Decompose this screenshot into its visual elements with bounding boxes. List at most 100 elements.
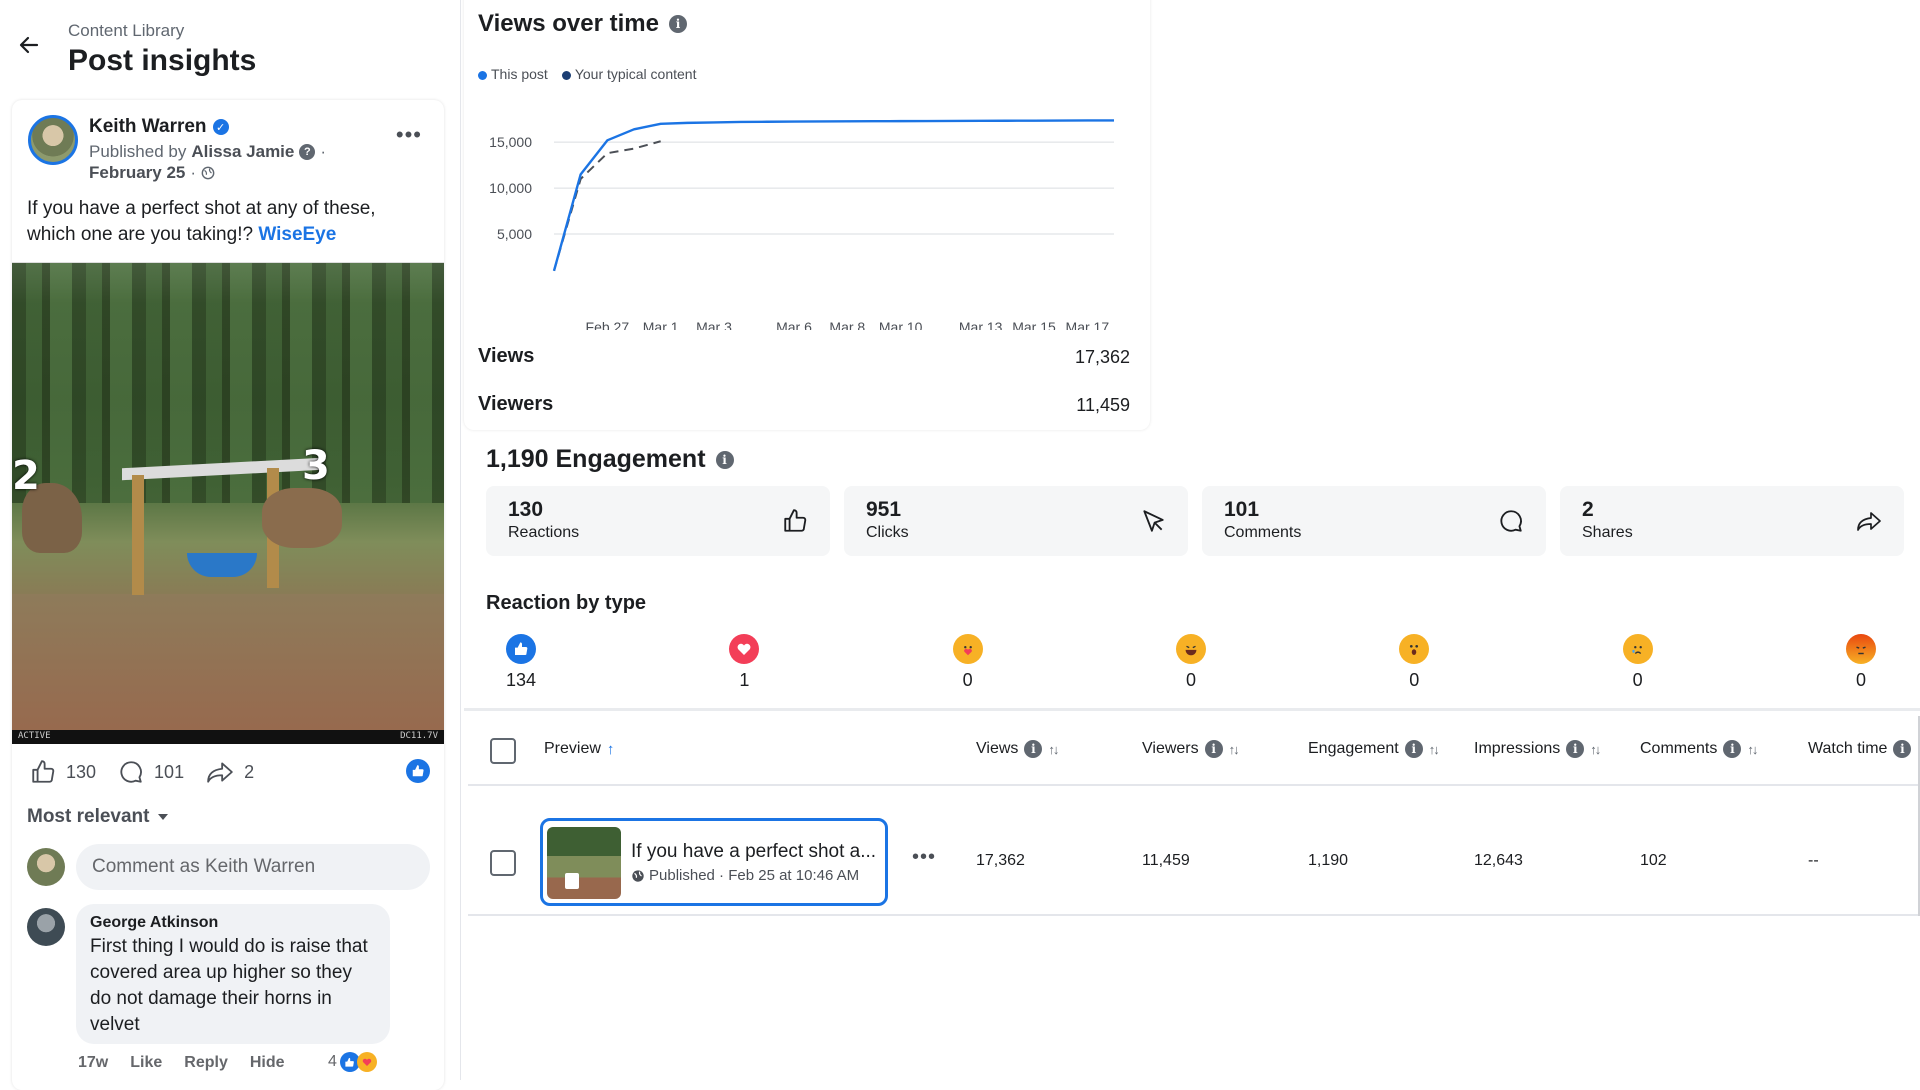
views-label: Views — [478, 345, 535, 367]
reaction-sad[interactable]: 0 — [1603, 634, 1673, 691]
table-row[interactable]: If you have a perfect shot a... Publishe… — [468, 800, 1920, 916]
reaction-haha[interactable]: 0 — [1156, 634, 1226, 691]
engagement-title: 1,190 Engagement i — [486, 445, 734, 474]
info-icon[interactable]: i — [715, 450, 734, 469]
comment-like-button[interactable]: Like — [130, 1054, 162, 1072]
camera-info-strip: ACTIVE DC11.7V — [12, 730, 444, 744]
post-image[interactable]: 2 3 ACTIVE DC11.7V — [12, 262, 444, 744]
viewers-value: 11,459 — [1076, 395, 1130, 415]
clicks-card[interactable]: 951 Clicks — [844, 486, 1188, 556]
x-tick-label: Mar 17 — [1066, 319, 1110, 330]
author-avatar[interactable] — [28, 115, 78, 165]
y-tick-label: 10,000 — [489, 180, 532, 196]
document-icon — [565, 873, 579, 889]
help-icon[interactable]: ? — [299, 144, 316, 160]
comment-hide-button[interactable]: Hide — [250, 1054, 285, 1072]
post-date-line: February 25 · — [89, 163, 215, 183]
table-header: Preview ↑ Views i ↑↓ Viewers i ↑↓ Engage… — [468, 716, 1920, 786]
post-preview[interactable]: If you have a perfect shot a... Publishe… — [540, 818, 888, 906]
y-tick-label: 5,000 — [497, 226, 532, 242]
post-card: Keith Warren ✓ Published by Alissa Jamie… — [12, 100, 444, 1090]
x-tick-label: Mar 13 — [959, 319, 1003, 330]
sort-icon: ↑↓ — [1048, 741, 1059, 757]
comment-sort-dropdown[interactable]: Most relevant — [27, 806, 169, 828]
comment-reply-button[interactable]: Reply — [184, 1054, 228, 1072]
column-watch-time[interactable]: Watch time i — [1808, 740, 1912, 758]
column-comments[interactable]: Comments i ↑↓ — [1640, 740, 1758, 758]
chart-legend: This post Your typical content — [478, 66, 697, 82]
info-icon[interactable]: i — [1566, 740, 1585, 758]
reaction-love[interactable]: 1 — [709, 634, 779, 691]
publisher-name[interactable]: Alissa Jamie — [191, 142, 294, 162]
love-reaction-icon — [729, 634, 760, 664]
info-icon[interactable]: i — [1723, 740, 1742, 758]
care-reaction-icon — [952, 634, 983, 664]
like-reaction-icon — [506, 634, 536, 664]
comment-reactions[interactable]: 4 — [328, 1052, 377, 1072]
post-date[interactable]: February 25 — [89, 163, 185, 183]
share-icon — [207, 762, 233, 783]
commenter-avatar[interactable] — [27, 848, 65, 886]
comment-input[interactable]: Comment as Keith Warren — [76, 844, 430, 890]
like-reaction-icon[interactable] — [406, 759, 430, 783]
cell-viewers: 11,459 — [1142, 852, 1190, 869]
column-engagement[interactable]: Engagement i ↑↓ — [1308, 740, 1440, 758]
page-title: Post insights — [68, 44, 257, 77]
share-icon — [1857, 512, 1881, 531]
select-all-checkbox[interactable] — [490, 738, 516, 764]
y-tick-label: 15,000 — [489, 134, 532, 150]
row-checkbox[interactable] — [490, 850, 516, 876]
column-impressions[interactable]: Impressions i ↑↓ — [1474, 740, 1601, 758]
author-name[interactable]: Keith Warren — [89, 116, 207, 138]
info-icon[interactable]: i — [1893, 740, 1912, 758]
sad-reaction-icon — [1622, 634, 1653, 664]
breadcrumb[interactable]: Content Library — [68, 21, 184, 41]
legend-this-post[interactable]: This post — [478, 66, 548, 82]
info-icon[interactable]: i — [1404, 740, 1423, 758]
shares-stat[interactable]: 2 — [206, 759, 254, 785]
preview-meta: Published · Feb 25 at 10:46 AM — [631, 867, 859, 884]
post-text: If you have a perfect shot at any of the… — [27, 198, 376, 245]
reactions-card[interactable]: 130 Reactions — [486, 486, 830, 556]
post-options-button[interactable]: ••• — [396, 122, 422, 148]
reaction-angry[interactable]: 0 — [1826, 634, 1896, 691]
info-icon[interactable]: i — [1204, 740, 1223, 758]
cell-views: 17,362 — [976, 852, 1025, 869]
cell-watch-time: -- — [1808, 852, 1819, 869]
info-icon[interactable]: i — [1024, 740, 1043, 758]
comment-author-avatar[interactable] — [27, 908, 65, 946]
haha-reaction-icon — [1175, 634, 1206, 664]
wow-reaction-icon — [1399, 634, 1430, 664]
column-preview[interactable]: Preview ↑ — [544, 740, 614, 758]
cell-engagement: 1,190 — [1308, 852, 1349, 869]
reaction-wow[interactable]: 0 — [1379, 634, 1449, 691]
post-tag-link[interactable]: WiseEye — [258, 224, 336, 245]
comments-stat[interactable]: 101 — [118, 759, 184, 785]
reaction-like[interactable]: 134 — [486, 634, 556, 691]
chart-title: Views over time i — [478, 10, 687, 38]
sort-ascending-icon: ↑ — [606, 740, 615, 758]
comment-age[interactable]: 17w — [78, 1054, 108, 1072]
sort-icon: ↑↓ — [1428, 741, 1440, 757]
this-post-line — [552, 119, 1115, 272]
views-line-chart[interactable]: 15,000 10,000 5,000 Feb 27 Mar 1 Mar 3 Mar 6 Ma… — [464, 100, 1144, 330]
cursor-icon — [1143, 510, 1164, 532]
post-thumbnail — [547, 827, 621, 899]
published-by-prefix: Published by — [89, 142, 187, 161]
reaction-care[interactable]: 0 — [933, 634, 1003, 691]
views-value: 17,362 — [1074, 347, 1130, 367]
image-label: 3 — [302, 443, 330, 489]
legend-typical-content[interactable]: Your typical content — [561, 66, 697, 82]
post-panel: Content Library Post insights Keith Warr… — [0, 0, 460, 1090]
column-views[interactable]: Views i ↑↓ — [976, 740, 1059, 758]
column-viewers[interactable]: Viewers i ↑↓ — [1142, 740, 1240, 758]
row-options-button[interactable]: ••• — [912, 846, 936, 869]
shares-card[interactable]: 2 Shares — [1560, 486, 1904, 556]
angry-reaction-icon — [1845, 634, 1876, 664]
info-icon[interactable]: i — [668, 15, 687, 33]
comment-author[interactable]: George Atkinson — [90, 914, 376, 932]
back-arrow-icon[interactable] — [14, 30, 44, 60]
comments-card[interactable]: 101 Comments — [1202, 486, 1546, 556]
likes-stat[interactable]: 130 — [30, 759, 96, 785]
globe-icon — [201, 166, 215, 180]
